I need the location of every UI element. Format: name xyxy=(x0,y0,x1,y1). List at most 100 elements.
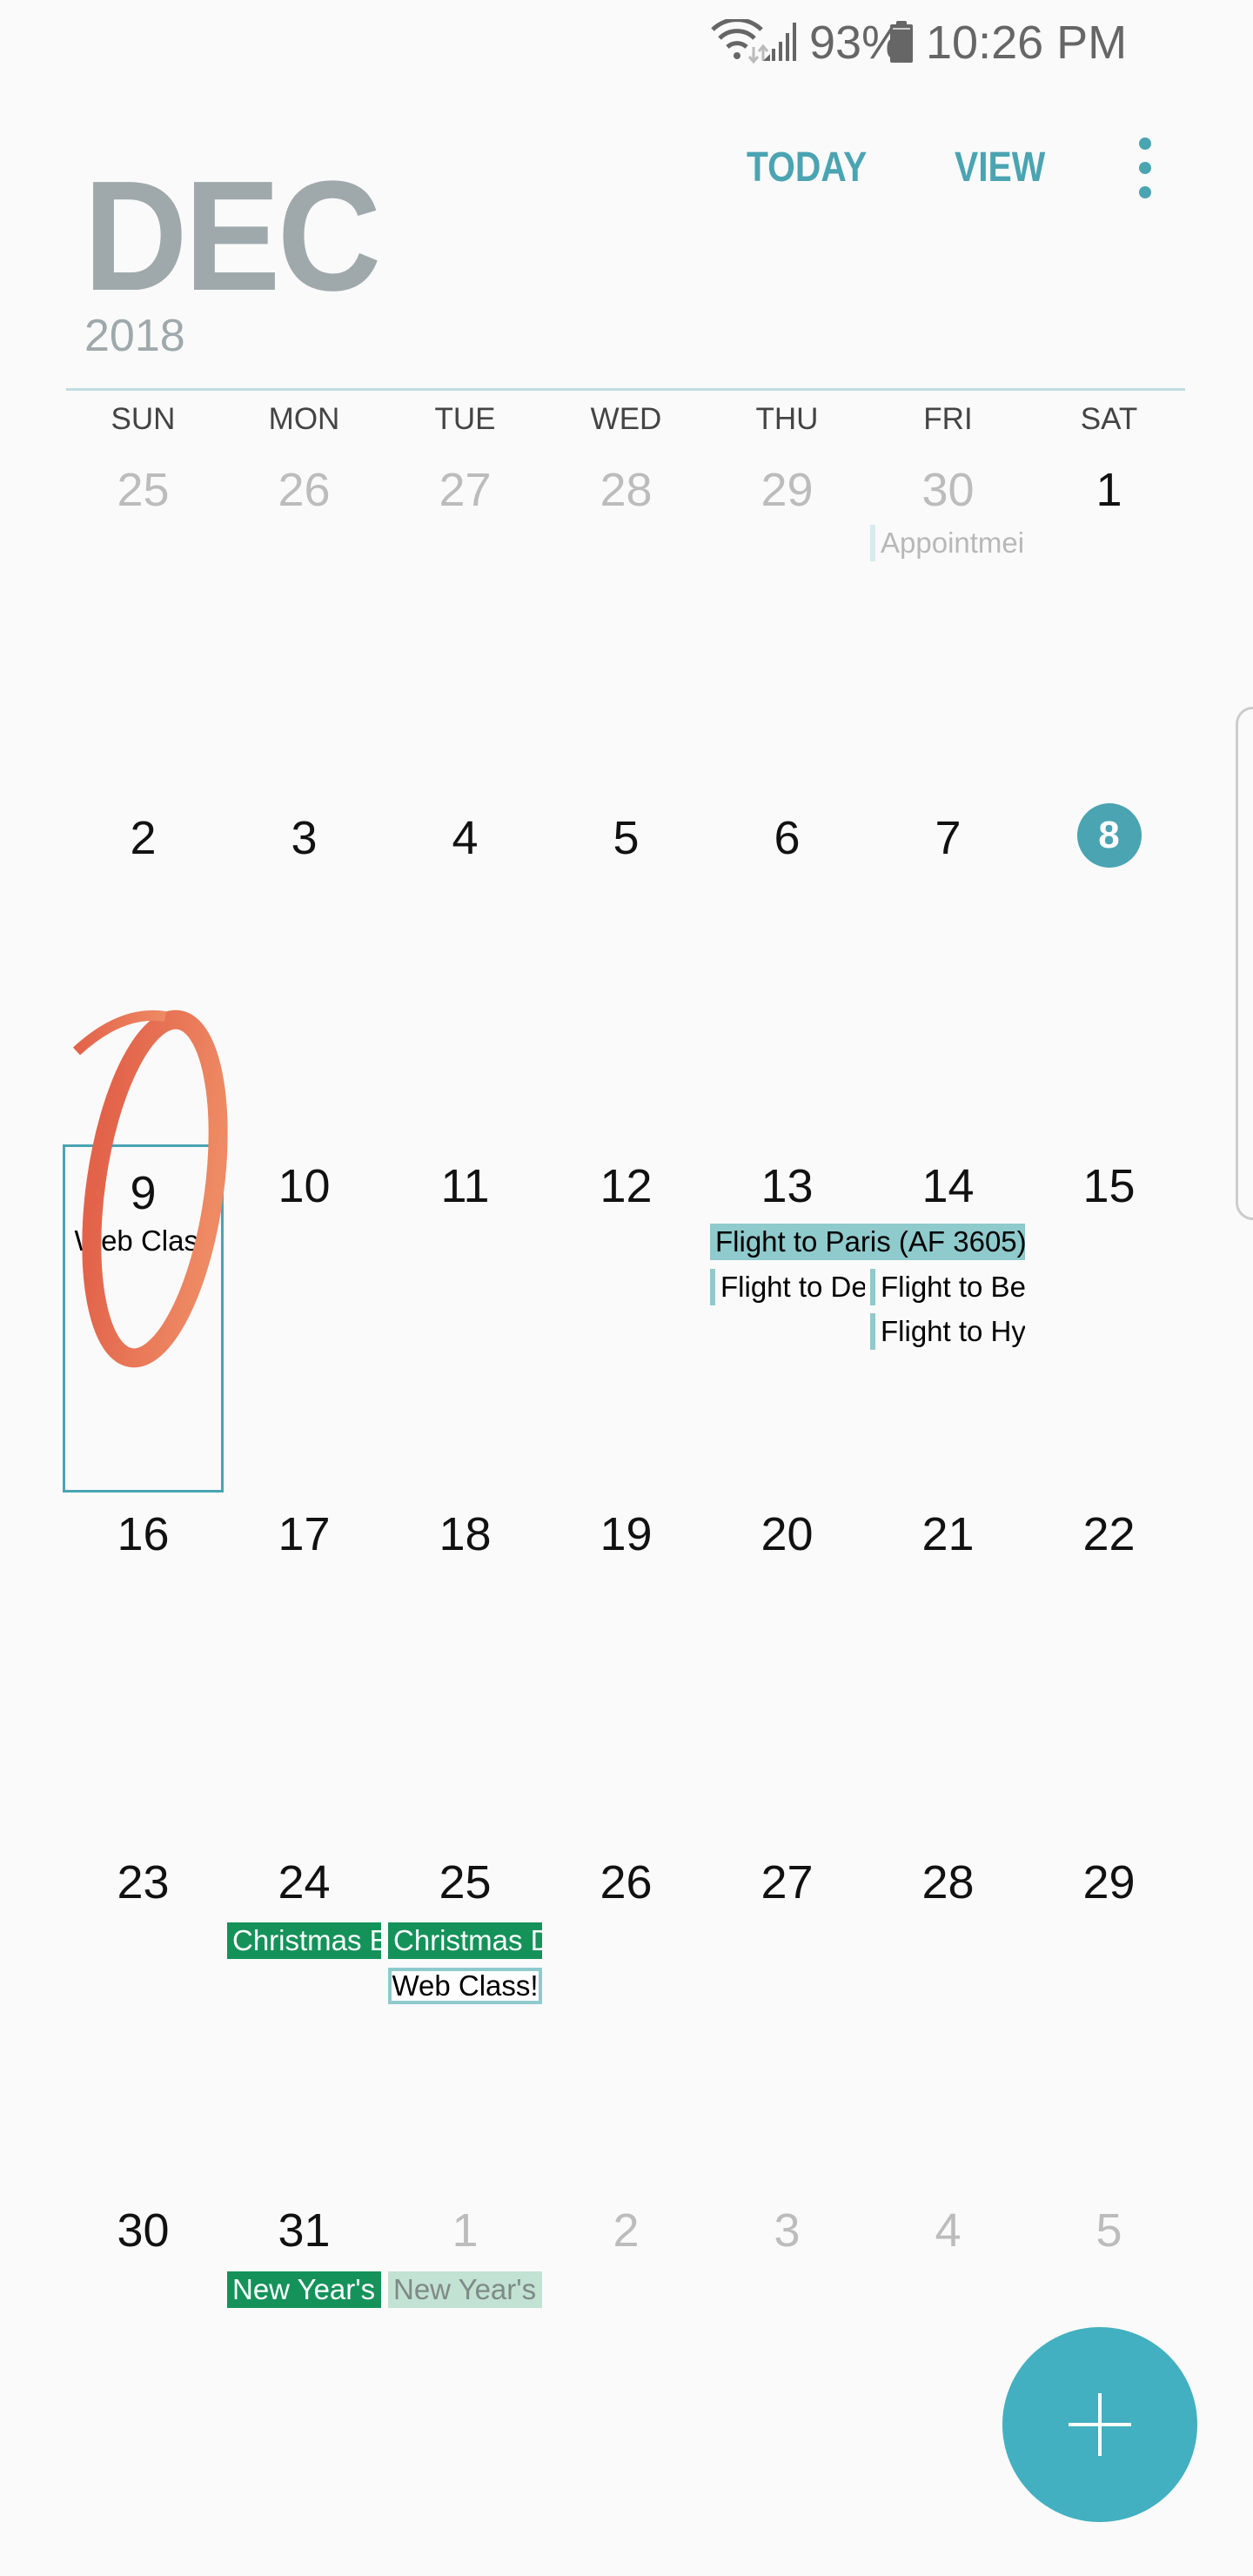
day-number: 27 xyxy=(761,1856,814,1909)
day-cell[interactable]: 6 xyxy=(707,792,868,1140)
day-cell[interactable]: 22 xyxy=(1029,1488,1189,1836)
day-number: 26 xyxy=(278,464,331,516)
day-cell[interactable]: 5 xyxy=(546,792,707,1140)
day-cell[interactable]: 25 xyxy=(63,444,224,792)
month-title: DEC xyxy=(84,149,381,324)
event-flight-paris[interactable]: Flight to Paris (AF 3605) xyxy=(710,1224,1025,1260)
weekday-fri: FRI xyxy=(923,402,973,436)
day-cell[interactable]: 26 xyxy=(224,444,385,792)
day-number: 6 xyxy=(774,812,801,864)
day-number: 24 xyxy=(278,1856,331,1909)
event-new-years-day[interactable]: New Year's D xyxy=(388,2271,542,2308)
day-number: 27 xyxy=(439,464,492,516)
day-number: 2 xyxy=(130,812,157,864)
day-cell[interactable]: 26 xyxy=(546,1836,707,2184)
signal-icon xyxy=(763,23,796,61)
status-bar: 93% 10:26 PM xyxy=(0,0,1253,87)
today-indicator: 8 xyxy=(1076,803,1142,868)
day-number: 8 xyxy=(1029,803,1189,868)
weekday-tue: TUE xyxy=(434,402,496,436)
day-number: 18 xyxy=(439,1508,492,1560)
day-cell[interactable]: 15 xyxy=(1029,1140,1189,1488)
day-cell[interactable]: 29 xyxy=(1029,1836,1189,2184)
day-cell[interactable]: 17 xyxy=(224,1488,385,1836)
day-number: 5 xyxy=(613,812,640,864)
event-appointment[interactable]: Appointmei xyxy=(870,525,1027,561)
day-number: 20 xyxy=(761,1508,814,1560)
day-cell[interactable]: 21 xyxy=(868,1488,1029,1836)
day-number: 16 xyxy=(117,1508,170,1560)
day-number: 31 xyxy=(278,2204,331,2257)
day-cell[interactable]: 2 xyxy=(546,2184,707,2532)
day-cell[interactable]: 8 xyxy=(1029,792,1189,1140)
day-cell[interactable]: 29 xyxy=(707,444,868,792)
day-number: 4 xyxy=(452,812,479,864)
day-number: 17 xyxy=(278,1508,331,1560)
day-number: 1 xyxy=(452,2204,479,2257)
day-number: 11 xyxy=(440,1160,490,1212)
day-cell[interactable]: 25 xyxy=(385,1836,546,2184)
day-number: 30 xyxy=(117,2204,170,2257)
weekday-thu: THU xyxy=(755,402,819,436)
more-options-icon[interactable] xyxy=(1136,138,1154,198)
day-cell[interactable]: 28 xyxy=(868,1836,1029,2184)
day-cell[interactable]: 18 xyxy=(385,1488,546,1836)
day-cell[interactable]: 24 xyxy=(224,1836,385,2184)
clock: 10:26 PM xyxy=(926,17,1128,69)
event-flight-hy[interactable]: Flight to Hy xyxy=(870,1313,1025,1350)
day-cell[interactable]: 19 xyxy=(546,1488,707,1836)
day-cell[interactable]: 28 xyxy=(546,444,707,792)
day-number: 25 xyxy=(117,464,170,516)
day-number: 14 xyxy=(921,1160,975,1212)
view-button[interactable]: VIEW xyxy=(955,144,1045,191)
day-number: 28 xyxy=(600,464,653,516)
day-number: 29 xyxy=(1082,1856,1136,1909)
day-cell[interactable]: 3 xyxy=(707,2184,868,2532)
day-cell[interactable]: 27 xyxy=(707,1836,868,2184)
day-cell[interactable]: 11 xyxy=(385,1140,546,1488)
weekday-wed: WED xyxy=(590,402,662,436)
event-flight-de[interactable]: Flight to De xyxy=(710,1269,865,1305)
day-number: 12 xyxy=(600,1160,653,1212)
day-cell[interactable]: 16 xyxy=(63,1488,224,1836)
day-cell[interactable]: 4 xyxy=(385,792,546,1140)
day-cell[interactable]: 12 xyxy=(546,1140,707,1488)
year-label: 2018 xyxy=(84,311,185,361)
day-number: 1 xyxy=(1096,464,1122,516)
day-cell[interactable]: 1 xyxy=(1029,444,1189,792)
today-button[interactable]: TODAY xyxy=(747,144,867,191)
day-cell[interactable]: 1 xyxy=(385,2184,546,2532)
day-number: 22 xyxy=(1082,1508,1136,1560)
event-christmas-eve[interactable]: Christmas E xyxy=(227,1922,381,1959)
day-cell[interactable]: 27 xyxy=(385,444,546,792)
annotation-circle-icon xyxy=(72,1010,228,1368)
day-number: 4 xyxy=(935,2204,962,2257)
battery-icon xyxy=(890,21,913,63)
event-new-years-eve[interactable]: New Year's E xyxy=(227,2271,381,2308)
day-cell[interactable]: 30 xyxy=(868,444,1029,792)
day-cell[interactable]: 20 xyxy=(707,1488,868,1836)
day-number: 19 xyxy=(600,1508,653,1560)
day-cell[interactable]: 4 xyxy=(868,2184,1029,2532)
event-christmas-day[interactable]: Christmas D xyxy=(388,1922,542,1959)
day-number: 7 xyxy=(935,812,962,864)
weekday-sun: SUN xyxy=(111,402,176,436)
weekday-mon: MON xyxy=(268,402,340,436)
add-event-button[interactable] xyxy=(1002,2327,1197,2522)
event-flight-be[interactable]: Flight to Be xyxy=(870,1269,1025,1305)
day-number: 3 xyxy=(774,2204,801,2257)
day-cell[interactable]: 23 xyxy=(63,1836,224,2184)
day-number: 2 xyxy=(613,2204,640,2257)
day-cell[interactable]: 7 xyxy=(868,792,1029,1140)
day-number: 15 xyxy=(1082,1160,1136,1212)
day-number: 25 xyxy=(439,1856,492,1909)
day-number: 23 xyxy=(117,1856,170,1909)
day-number: 21 xyxy=(921,1508,975,1560)
day-number: 5 xyxy=(1096,2204,1122,2257)
day-number: 29 xyxy=(761,464,814,516)
day-cell[interactable]: 13 xyxy=(707,1140,868,1488)
scroll-handle[interactable] xyxy=(1236,707,1253,1220)
event-web-class-25[interactable]: Web Class! xyxy=(388,1968,542,2004)
day-cell[interactable]: 30 xyxy=(63,2184,224,2532)
day-cell[interactable]: 31 xyxy=(224,2184,385,2532)
